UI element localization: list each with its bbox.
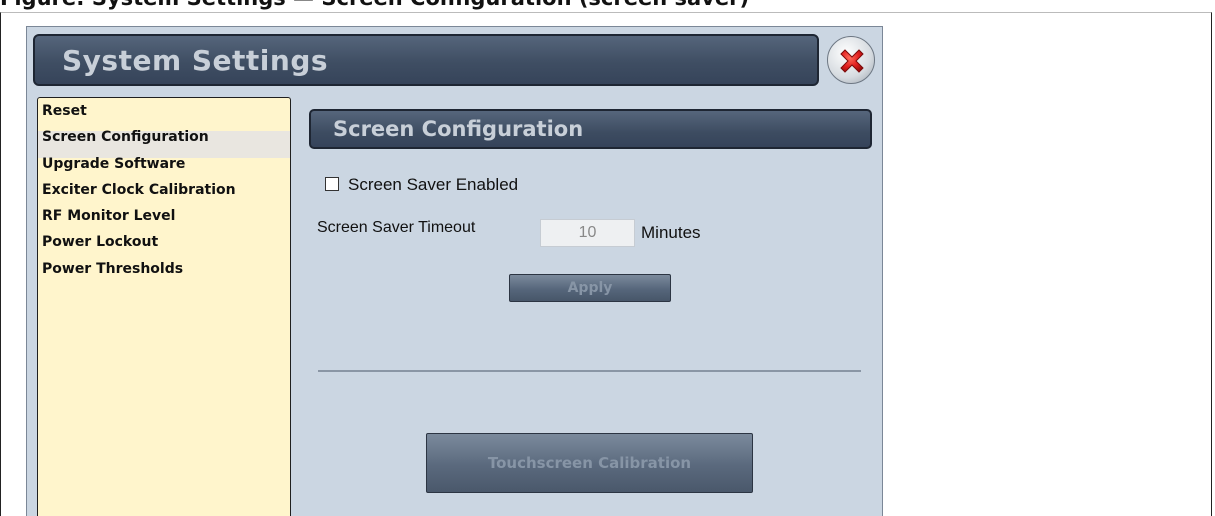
touchscreen-calibration-button[interactable]: Touchscreen Calibration [426, 433, 753, 493]
close-button[interactable] [827, 36, 875, 84]
screen-saver-timeout-label: Screen Saver Timeout [317, 219, 476, 236]
section-title: Screen Configuration [333, 117, 584, 141]
sidebar-item-rf-monitor-level[interactable]: RF Monitor Level [38, 209, 290, 236]
apply-button[interactable]: Apply [509, 274, 671, 302]
screen-saver-enabled-checkbox[interactable] [325, 177, 339, 191]
timeout-unit-label: Minutes [641, 223, 701, 242]
section-header: Screen Configuration [309, 109, 872, 149]
sidebar-item-power-thresholds[interactable]: Power Thresholds [38, 262, 290, 289]
screen-saver-timeout-input[interactable] [540, 219, 635, 247]
figure-caption-clipped: Figure: System Settings — Screen Configu… [0, 0, 1215, 12]
sidebar-item-upgrade-software[interactable]: Upgrade Software [38, 157, 290, 184]
divider [318, 370, 861, 372]
sidebar-item-power-lockout[interactable]: Power Lockout [38, 235, 290, 262]
sidebar-item-screen-configuration[interactable]: Screen Configuration [38, 130, 290, 158]
sidebar-item-reset[interactable]: Reset [38, 104, 290, 131]
window-title: System Settings [62, 44, 329, 77]
title-bar: System Settings [33, 34, 819, 86]
screen-saver-enabled-label: Screen Saver Enabled [348, 175, 519, 194]
sidebar-item-exciter-clock-calibration[interactable]: Exciter Clock Calibration [38, 183, 290, 210]
settings-sidebar: Reset Screen Configuration Upgrade Softw… [37, 97, 291, 516]
close-icon [840, 49, 864, 73]
